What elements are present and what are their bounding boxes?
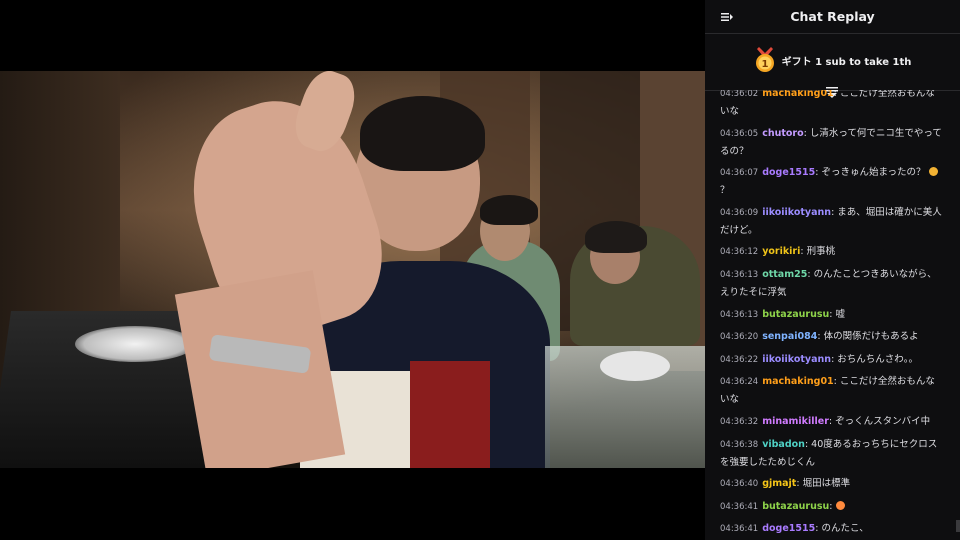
chat-message: 04:36:05 chutoro: し清水って何でニコ生でやってるの？ — [720, 125, 944, 160]
message-timestamp: 04:36:22 — [720, 354, 759, 365]
message-timestamp: 04:36:07 — [720, 168, 759, 179]
message-suffix: ？ — [720, 185, 730, 197]
message-text: 刑事桃 — [806, 246, 836, 258]
message-username[interactable]: butazaurusu — [762, 309, 829, 320]
chat-message: 04:36:41 butazaurusu: — [720, 498, 944, 516]
gift-badge-number: 1 — [761, 59, 768, 70]
message-text: ぞっくんスタンバイ中 — [835, 415, 931, 427]
chat-message: 04:36:12 yorikiri: 刑事桃 — [720, 243, 944, 261]
message-username[interactable]: doge1515 — [762, 167, 815, 178]
chat-message: 04:36:13 ottam25: のんたことつきあいながら、えりたそに浮気 — [720, 266, 944, 301]
chat-message: 04:36:22 iikoiikotyann: おちんちんさわ。。 — [720, 351, 944, 369]
message-timestamp: 04:36:02 — [720, 90, 759, 99]
chat-message: 04:36:40 gjmajt: 堀田は標準 — [720, 475, 944, 493]
message-username[interactable]: vibadon — [762, 439, 805, 450]
message-timestamp: 04:36:05 — [720, 128, 759, 139]
message-username[interactable]: gjmajt — [762, 478, 796, 489]
message-text: ぞっきゅん始まったの？ — [821, 167, 929, 179]
chat-message: 04:36:41 doge1515: のんたこ、 — [720, 520, 944, 538]
gift-banner[interactable]: 1 ギフト 1 sub to take 1th — [705, 34, 960, 98]
chat-message: 04:36:20 senpai084: 体の関係だけもあるよ — [720, 328, 944, 346]
message-username[interactable]: minamikiller — [762, 416, 829, 427]
message-text: おちんちんさわ。。 — [837, 353, 919, 365]
message-timestamp: 04:36:09 — [720, 207, 759, 218]
message-separator: : — [829, 500, 836, 512]
smile-emote — [928, 167, 938, 177]
chat-message: 04:36:07 doge1515: ぞっきゅん始まったの？ ？ — [720, 164, 944, 199]
message-timestamp: 04:36:20 — [720, 332, 759, 343]
chat-message: 04:36:24 machaking01: ここだけ全然おもんないな — [720, 373, 944, 408]
message-username[interactable]: doge1515 — [762, 523, 815, 534]
collapse-chat-button[interactable] — [719, 9, 735, 25]
chat-title: Chat Replay — [790, 9, 875, 24]
video-player[interactable] — [0, 0, 705, 540]
message-timestamp: 04:36:41 — [720, 501, 759, 512]
chat-message-list[interactable]: 04:36:02 machaking01: ここだけ全然おもんないな 04:36:0… — [705, 90, 960, 540]
chat-replay-panel: Chat Replay 1 ギフト 1 sub to take 1th 04:3… — [705, 0, 960, 540]
chat-message: 04:36:32 minamikiller: ぞっくんスタンバイ中 — [720, 413, 944, 431]
heart-emote — [835, 500, 845, 510]
message-username[interactable]: ottam25 — [762, 269, 807, 280]
message-username[interactable]: machaking01 — [762, 376, 833, 387]
chat-message: 04:36:02 machaking01: ここだけ全然おもんないな — [720, 90, 944, 120]
chat-message: 04:36:38 vibadon: 40度あるおっちちにセクロスを強要したためじく… — [720, 436, 944, 471]
chat-header: Chat Replay — [705, 0, 960, 34]
message-timestamp: 04:36:40 — [720, 479, 759, 490]
message-username[interactable]: iikoiikotyann — [762, 207, 831, 218]
message-text: 嘘 — [835, 308, 846, 320]
message-timestamp: 04:36:24 — [720, 377, 759, 388]
message-timestamp: 04:36:13 — [720, 269, 759, 280]
message-username[interactable]: machaking01 — [762, 90, 833, 99]
message-timestamp: 04:36:41 — [720, 524, 759, 535]
message-timestamp: 04:36:13 — [720, 309, 759, 320]
message-text: のんたこ、 — [821, 523, 869, 535]
message-text: 体の関係だけもあるよ — [823, 331, 919, 343]
chat-message: 04:36:13 butazaurusu: 嘘 — [720, 306, 944, 324]
message-timestamp: 04:36:32 — [720, 416, 759, 427]
gift-badge-icon: 1 — [755, 47, 774, 72]
message-username[interactable]: chutoro — [762, 128, 803, 139]
chat-message: 04:36:09 iikoiikotyann: まあ、堀田は確かに美人だけど。 — [720, 204, 944, 239]
collapse-arrow-icon — [721, 13, 733, 21]
message-username[interactable]: iikoiikotyann — [762, 354, 831, 365]
chat-scrollbar[interactable] — [956, 520, 960, 532]
message-text: 堀田は標準 — [802, 478, 851, 490]
video-frame[interactable] — [0, 71, 705, 468]
gift-banner-text: ギフト 1 sub to take 1th — [781, 56, 912, 68]
message-username[interactable]: yorikiri — [762, 246, 800, 257]
message-username[interactable]: butazaurusu — [762, 501, 829, 512]
message-username[interactable]: senpai084 — [762, 331, 817, 342]
message-timestamp: 04:36:12 — [720, 247, 759, 258]
message-timestamp: 04:36:38 — [720, 439, 759, 450]
